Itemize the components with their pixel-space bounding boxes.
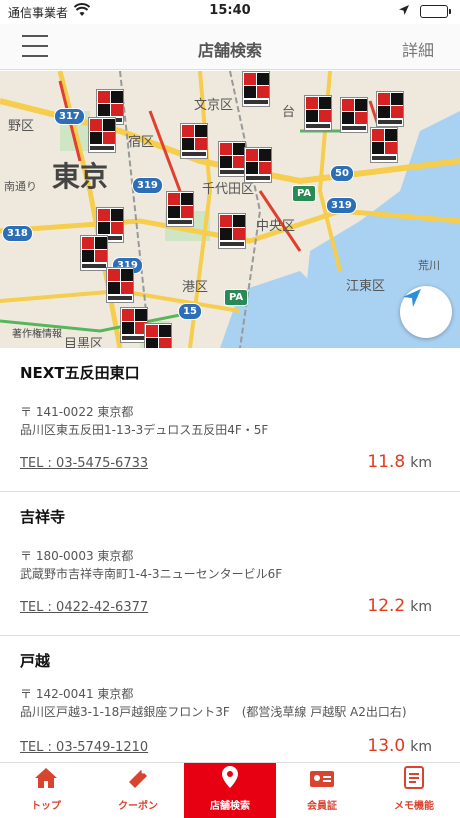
store-street: 武蔵野市吉祥寺南町1-4-3ニューセンタービル6F bbox=[20, 567, 283, 581]
status-bar: 通信事業者 15:40 bbox=[0, 0, 460, 24]
store-postal: 〒 141-0022 東京都 bbox=[20, 405, 134, 419]
store-item[interactable]: 戸越 〒 142-0041 東京都 品川区戸越3-1-18戸越銀座フロント3F … bbox=[0, 636, 460, 762]
store-pin[interactable] bbox=[370, 127, 398, 163]
tab-label: トップ bbox=[31, 801, 61, 812]
distance-value: 13.0 bbox=[367, 736, 406, 756]
store-distance: 13.0 km bbox=[367, 736, 432, 756]
store-tel-link[interactable]: TEL : 03-5475-6733 bbox=[20, 456, 148, 471]
map-copyright-link[interactable]: 著作権情報 bbox=[12, 325, 62, 340]
tab-store-search[interactable]: 店舗検索 bbox=[184, 763, 276, 818]
distance-value: 12.2 bbox=[367, 596, 406, 616]
store-street: 品川区東五反田1-13-3デュロス五反田4F・5F bbox=[20, 423, 269, 437]
store-pin[interactable] bbox=[340, 97, 368, 133]
store-tel-link[interactable]: TEL : 03-5749-1210 bbox=[20, 740, 148, 755]
map-label-meguro: 目黒区 bbox=[64, 337, 104, 348]
tab-memo[interactable]: メモ機能 bbox=[368, 763, 460, 818]
store-list: NEXT五反田東口 〒 141-0022 東京都 品川区東五反田1-13-3デュ… bbox=[0, 348, 460, 762]
store-item[interactable]: 吉祥寺 〒 180-0003 東京都 武蔵野市吉祥寺南町1-4-3ニューセンター… bbox=[0, 492, 460, 636]
route-shield: 319 bbox=[132, 177, 163, 194]
nav-bar: 店舗検索 詳細 bbox=[0, 24, 460, 70]
tab-label: 店舗検索 bbox=[210, 801, 250, 812]
route-shield: PA bbox=[292, 185, 317, 202]
map-label-taito: 台 bbox=[282, 105, 296, 120]
route-shield: 318 bbox=[2, 225, 33, 242]
route-shield: 50 bbox=[330, 165, 354, 182]
current-location-button[interactable] bbox=[400, 286, 452, 338]
distance-unit: km bbox=[410, 739, 432, 755]
route-shield: 317 bbox=[54, 108, 85, 125]
battery-icon bbox=[420, 5, 451, 18]
map-label-minamidori: 南通り bbox=[4, 180, 37, 193]
map-label-tokyo: 東京 bbox=[52, 160, 109, 193]
map-label-minato: 港区 bbox=[182, 280, 209, 295]
tab-label: 会員証 bbox=[307, 801, 337, 812]
store-pin[interactable] bbox=[304, 95, 332, 131]
distance-value: 11.8 bbox=[367, 452, 406, 472]
store-name: 吉祥寺 bbox=[20, 508, 66, 526]
distance-unit: km bbox=[410, 455, 432, 471]
route-shield: PA bbox=[224, 289, 249, 306]
store-pin[interactable] bbox=[166, 191, 194, 227]
store-distance: 12.2 km bbox=[367, 596, 432, 616]
map-label-nakano: 野区 bbox=[8, 119, 35, 134]
store-pin[interactable] bbox=[144, 323, 172, 348]
store-pin[interactable] bbox=[80, 235, 108, 271]
map-label-koto: 江東区 bbox=[346, 279, 386, 294]
tab-top[interactable]: トップ bbox=[0, 763, 92, 818]
map-label-arakawa: 荒川 bbox=[418, 259, 440, 272]
store-pin[interactable] bbox=[376, 91, 404, 127]
tab-bar: トップ クーポン 店舗検索 会員証 メモ機能 bbox=[0, 762, 460, 818]
store-tel-link[interactable]: TEL : 0422-42-6377 bbox=[20, 600, 148, 615]
route-shield: 319 bbox=[326, 197, 357, 214]
page-title: 店舗検索 bbox=[197, 41, 262, 60]
tab-label: メモ機能 bbox=[394, 801, 434, 812]
map-label-shinjuku: 宿区 bbox=[128, 135, 155, 150]
store-pin[interactable] bbox=[88, 117, 116, 153]
clock: 15:40 bbox=[209, 3, 251, 18]
store-name: NEXT五反田東口 bbox=[20, 364, 140, 382]
ticket-icon bbox=[126, 767, 150, 793]
store-pin[interactable] bbox=[106, 267, 134, 303]
tab-label: クーポン bbox=[118, 801, 158, 812]
card-icon bbox=[309, 769, 335, 793]
store-pin[interactable] bbox=[218, 213, 246, 249]
distance-unit: km bbox=[410, 599, 432, 615]
home-icon bbox=[34, 767, 58, 793]
pin-icon bbox=[220, 765, 240, 793]
store-item[interactable]: NEXT五反田東口 〒 141-0022 東京都 品川区東五反田1-13-3デュ… bbox=[0, 348, 460, 492]
map-label-bunkyo: 文京区 bbox=[194, 98, 234, 113]
store-address: 〒 141-0022 東京都 品川区東五反田1-13-3デュロス五反田4F・5F bbox=[20, 403, 440, 439]
store-street: 品川区戸越3-1-18戸越銀座フロント3F (都営浅草線 戸越駅 A2出口右) bbox=[20, 705, 407, 719]
store-pin[interactable] bbox=[218, 141, 246, 177]
memo-icon bbox=[403, 765, 425, 793]
tab-coupon[interactable]: クーポン bbox=[92, 763, 184, 818]
store-address: 〒 142-0041 東京都 品川区戸越3-1-18戸越銀座フロント3F (都営… bbox=[20, 685, 440, 721]
store-pin[interactable] bbox=[180, 123, 208, 159]
map-label-chuo: 中央区 bbox=[256, 219, 296, 234]
store-pin[interactable] bbox=[242, 71, 270, 107]
store-postal: 〒 180-0003 東京都 bbox=[20, 549, 134, 563]
store-name: 戸越 bbox=[20, 652, 51, 670]
store-distance: 11.8 km bbox=[367, 452, 432, 472]
store-pin[interactable] bbox=[244, 147, 272, 183]
store-postal: 〒 142-0041 東京都 bbox=[20, 687, 134, 701]
tab-member-card[interactable]: 会員証 bbox=[276, 763, 368, 818]
route-shield: 15 bbox=[178, 303, 202, 320]
store-address: 〒 180-0003 東京都 武蔵野市吉祥寺南町1-4-3ニューセンタービル6F bbox=[20, 547, 440, 583]
store-map[interactable]: 東京 文京区 台 宿区 千代田区 中央区 港区 江東区 目黒区 野区 南通り 荒… bbox=[0, 71, 460, 348]
detail-button[interactable]: 詳細 bbox=[402, 37, 434, 61]
location-arrow-icon bbox=[398, 4, 410, 20]
